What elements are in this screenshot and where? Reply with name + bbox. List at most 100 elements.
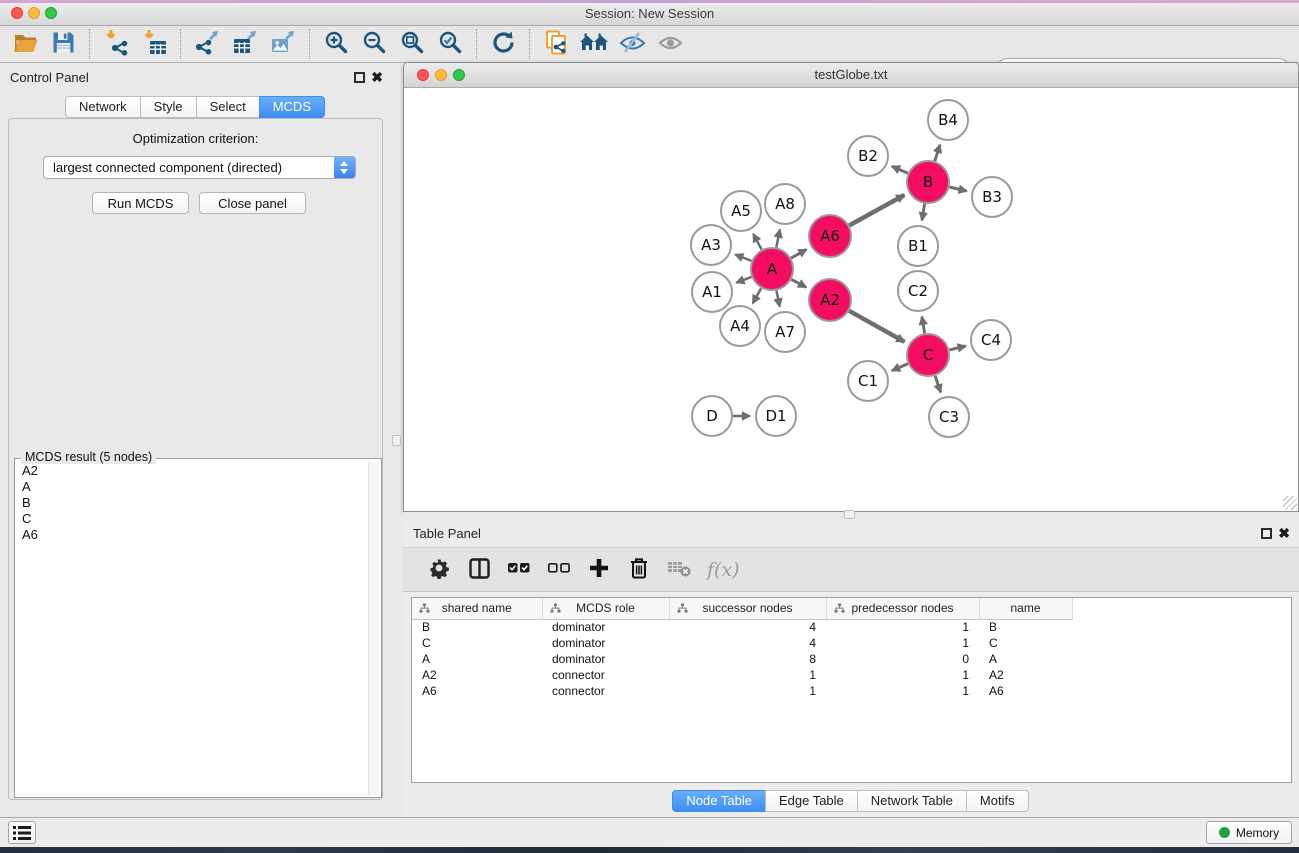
select-all-button[interactable] xyxy=(499,552,539,588)
graph-edge-A-A8[interactable] xyxy=(776,230,780,248)
table-cell[interactable]: C xyxy=(412,635,542,651)
tab-network-table[interactable]: Network Table xyxy=(857,790,967,812)
table-cell[interactable]: A xyxy=(412,651,542,667)
table-row[interactable]: Cdominator41C xyxy=(412,635,1072,651)
divider-handle[interactable] xyxy=(844,510,855,519)
table-cell[interactable]: connector xyxy=(542,667,669,683)
table-row[interactable]: Bdominator41B xyxy=(412,619,1072,635)
graph-edge-A2-C[interactable] xyxy=(849,311,904,342)
table-cell[interactable]: 8 xyxy=(669,651,826,667)
zoom-fit-button[interactable] xyxy=(393,28,431,60)
table-row[interactable]: Adominator80A xyxy=(412,651,1072,667)
graph-edge-A-A1[interactable] xyxy=(736,277,751,283)
zoom-selected-button[interactable] xyxy=(431,28,469,60)
graph-node-C1[interactable]: C1 xyxy=(848,361,888,401)
network-view-window[interactable]: testGlobe.txt B4B2BB3A8A5A6A3B1AA1C2A2A4… xyxy=(403,62,1299,512)
column-header-predecessor-nodes[interactable]: predecessor nodes xyxy=(826,598,979,619)
graph-node-A[interactable]: A xyxy=(751,248,793,290)
delete-table-button[interactable] xyxy=(659,552,699,588)
table-cell[interactable]: 4 xyxy=(669,619,826,635)
graph-node-C4[interactable]: C4 xyxy=(971,320,1011,360)
graph-edge-A-A7[interactable] xyxy=(776,291,779,307)
graph-edge-C-C1[interactable] xyxy=(892,364,908,371)
open-session-button[interactable] xyxy=(6,28,44,60)
result-scrollbar[interactable] xyxy=(368,462,379,795)
horizontal-split-divider[interactable] xyxy=(403,512,1299,519)
network-close-button[interactable] xyxy=(417,69,429,81)
task-history-button[interactable] xyxy=(8,821,36,844)
table-row[interactable]: A2connector11A2 xyxy=(412,667,1072,683)
memory-button[interactable]: Memory xyxy=(1206,821,1292,844)
graph-node-A7[interactable]: A7 xyxy=(765,312,805,352)
tab-node-table[interactable]: Node Table xyxy=(672,790,766,812)
run-mcds-button[interactable]: Run MCDS xyxy=(92,192,189,214)
graph-node-A2[interactable]: A2 xyxy=(809,279,851,321)
refresh-button[interactable] xyxy=(484,28,522,60)
network-minimize-button[interactable] xyxy=(435,69,447,81)
table-cell[interactable]: 1 xyxy=(826,619,979,635)
graph-node-B1[interactable]: B1 xyxy=(898,226,938,266)
close-panel-icon[interactable]: ✖ xyxy=(1278,525,1290,542)
graph-node-A5[interactable]: A5 xyxy=(721,191,761,231)
result-item-a6[interactable]: A6 xyxy=(16,527,367,543)
export-image-button[interactable] xyxy=(264,28,302,60)
column-button[interactable] xyxy=(459,552,499,588)
graph-edge-A-A6[interactable] xyxy=(791,249,806,258)
close-window-button[interactable] xyxy=(11,7,23,19)
graph-edge-B-B3[interactable] xyxy=(949,187,966,191)
mcds-result-list[interactable]: A2ABCA6 xyxy=(16,463,367,796)
network-canvas[interactable]: B4B2BB3A8A5A6A3B1AA1C2A2A4A7C4CC1DD1C3 xyxy=(405,89,1298,511)
network-zoom-button[interactable] xyxy=(453,69,465,81)
graph-edge-C-C4[interactable] xyxy=(949,346,965,350)
tab-edge-table[interactable]: Edge Table xyxy=(765,790,858,812)
zoom-window-button[interactable] xyxy=(45,7,57,19)
table-cell[interactable]: 1 xyxy=(826,635,979,651)
graph-node-B3[interactable]: B3 xyxy=(972,177,1012,217)
function-builder-button[interactable]: f(x) xyxy=(707,559,740,581)
table-cell[interactable]: 1 xyxy=(669,683,826,699)
tab-style[interactable]: Style xyxy=(140,96,197,118)
table-cell[interactable]: B xyxy=(412,619,542,635)
graph-node-A4[interactable]: A4 xyxy=(720,306,760,346)
graph-node-A6[interactable]: A6 xyxy=(809,215,851,257)
export-network-button[interactable] xyxy=(188,28,226,60)
show-all-button[interactable] xyxy=(651,28,689,60)
result-item-b[interactable]: B xyxy=(16,495,367,511)
graph-node-B4[interactable]: B4 xyxy=(928,100,968,140)
table-cell[interactable]: C xyxy=(979,635,1072,651)
table-cell[interactable]: dominator xyxy=(542,651,669,667)
graph-node-B[interactable]: B xyxy=(907,161,949,203)
table-cell[interactable]: A2 xyxy=(979,667,1072,683)
graph-edge-A-A4[interactable] xyxy=(753,288,762,303)
delete-button[interactable] xyxy=(619,552,659,588)
close-panel-icon[interactable]: ✖ xyxy=(371,69,383,86)
table-cell[interactable]: connector xyxy=(542,683,669,699)
table-cell[interactable]: dominator xyxy=(542,619,669,635)
table-cell[interactable]: A xyxy=(979,651,1072,667)
graph-node-C3[interactable]: C3 xyxy=(929,397,969,437)
tab-network[interactable]: Network xyxy=(65,96,141,118)
resize-grip-icon[interactable] xyxy=(1283,496,1297,510)
result-item-a[interactable]: A xyxy=(16,479,367,495)
float-panel-icon[interactable] xyxy=(1261,528,1272,539)
tab-select[interactable]: Select xyxy=(196,96,260,118)
deselect-all-button[interactable] xyxy=(539,552,579,588)
table-cell[interactable]: 0 xyxy=(826,651,979,667)
table-cell[interactable]: 4 xyxy=(669,635,826,651)
table-cell[interactable]: A6 xyxy=(979,683,1072,699)
table-cell[interactable]: dominator xyxy=(542,635,669,651)
graph-node-A3[interactable]: A3 xyxy=(691,225,731,265)
float-panel-icon[interactable] xyxy=(354,72,365,83)
optimization-criterion-dropdown[interactable]: largest connected component (directed) xyxy=(43,156,356,179)
graph-edge-A-A3[interactable] xyxy=(735,255,751,261)
column-header-successor-nodes[interactable]: successor nodes xyxy=(669,598,826,619)
table-cell[interactable]: 1 xyxy=(669,667,826,683)
hide-selected-button[interactable] xyxy=(613,28,651,60)
save-session-button[interactable] xyxy=(44,28,82,60)
graph-edge-C-C2[interactable] xyxy=(922,317,925,334)
graph-edge-B-B1[interactable] xyxy=(922,204,925,221)
tab-motifs[interactable]: Motifs xyxy=(966,790,1029,812)
minimize-window-button[interactable] xyxy=(28,7,40,19)
graph-node-B2[interactable]: B2 xyxy=(848,136,888,176)
column-header-MCDS-role[interactable]: MCDS role xyxy=(542,598,669,619)
